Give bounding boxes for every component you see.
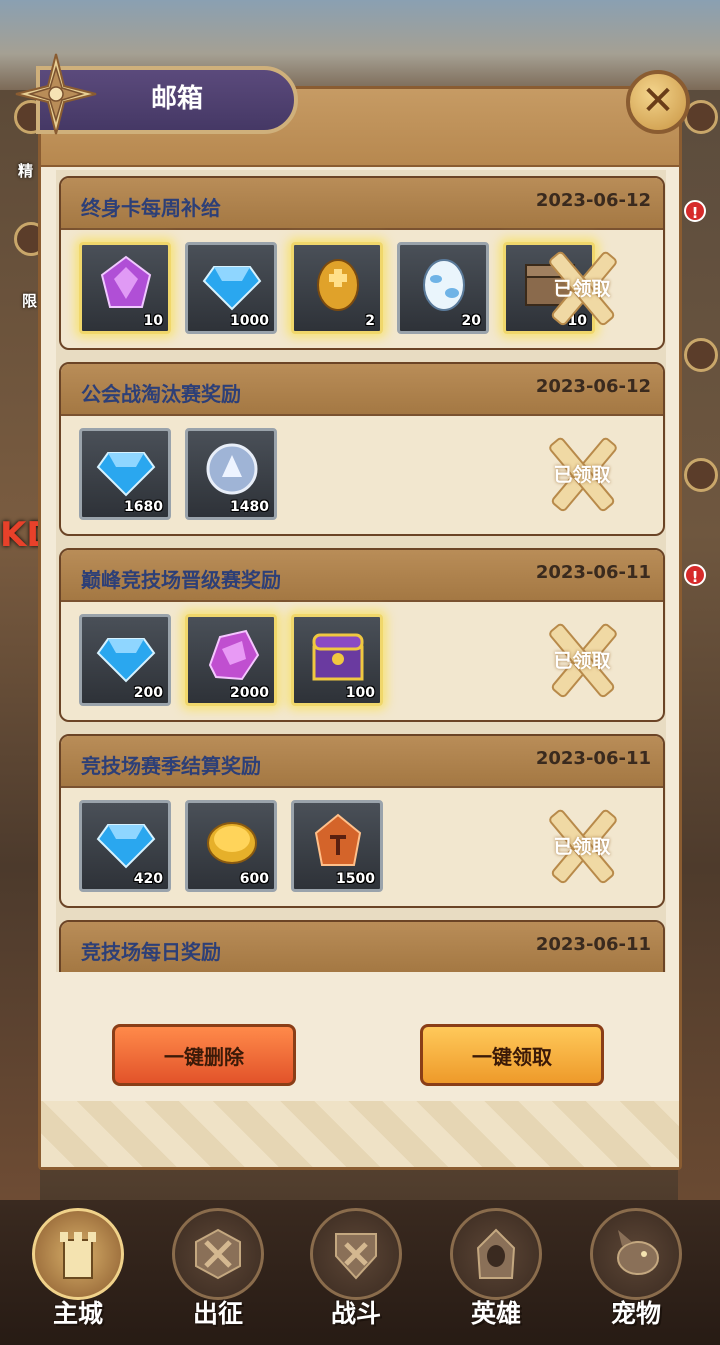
mail-header: 竞技场赛季结算奖励 2023-06-11 — [61, 736, 663, 788]
blue-diamond-icon — [96, 824, 156, 869]
nav-item-battle[interactable]: 战斗 — [304, 1208, 408, 1338]
nav-item-main-city[interactable]: 主城 — [26, 1208, 130, 1338]
silver-coin-icon — [206, 443, 258, 495]
item-count: 420 — [133, 871, 163, 887]
mail-title: 竞技场每日奖励 — [81, 940, 221, 964]
item-count: 10 — [143, 313, 163, 329]
mail-date: 2023-06-12 — [535, 376, 651, 397]
claimed-stamp: 已领取 — [531, 802, 631, 894]
reward-item[interactable]: 1480 — [185, 428, 277, 520]
side-label-left-1: 精 — [18, 162, 34, 180]
delete-all-button[interactable]: 一键删除 — [112, 1024, 296, 1086]
side-button-right-3[interactable] — [684, 458, 718, 492]
claimed-label: 已领取 — [553, 836, 611, 858]
mail-item[interactable]: 巅峰竞技场晋级赛奖励 2023-06-11 200 2000 100 已领取 — [59, 548, 665, 722]
claimed-label: 已领取 — [553, 278, 611, 300]
notification-badge: ! — [684, 200, 706, 222]
castle-icon — [60, 1232, 96, 1279]
reward-item[interactable]: 2000 — [185, 614, 277, 706]
mail-header: 竞技场每日奖励 2023-06-11 — [61, 922, 663, 972]
purple-chest-icon — [312, 633, 364, 681]
item-count: 1480 — [230, 499, 269, 515]
hero-icon — [476, 1228, 516, 1279]
pet-icon — [617, 1230, 659, 1275]
item-count: 2000 — [230, 685, 269, 701]
reward-item[interactable]: 1680 — [79, 428, 171, 520]
gold-coin-icon — [207, 822, 257, 864]
golden-egg-icon — [317, 259, 359, 311]
claimed-stamp: 已领取 — [531, 430, 631, 522]
nav-label: 战斗 — [330, 1299, 381, 1328]
mail-title: 终身卡每周补给 — [81, 196, 221, 220]
bottom-nav: 主城 出征 战斗 英雄 宠物 — [0, 1200, 720, 1345]
item-count: 1000 — [230, 313, 269, 329]
reward-item[interactable]: 1000 — [185, 242, 277, 334]
mail-title: 竞技场赛季结算奖励 — [81, 754, 261, 778]
battle-icon — [335, 1233, 377, 1280]
mail-header: 终身卡每周补给 2023-06-12 — [61, 178, 663, 230]
reward-item[interactable]: 10 — [79, 242, 171, 334]
item-count: 2 — [365, 313, 375, 329]
item-count: 20 — [461, 313, 481, 329]
reward-item[interactable]: 200 — [79, 614, 171, 706]
mail-date: 2023-06-11 — [535, 934, 651, 955]
close-button[interactable]: ✕ — [626, 70, 690, 134]
mail-header: 巅峰竞技场晋级赛奖励 2023-06-11 — [61, 550, 663, 602]
nav-label: 宠物 — [610, 1299, 661, 1328]
nav-label: 主城 — [52, 1299, 103, 1328]
reward-item[interactable]: 1500 — [291, 800, 383, 892]
blue-diamond-icon — [202, 266, 262, 311]
mail-list[interactable]: 终身卡每周补给 2023-06-12 10 1000 2 20 10 已领取 公… — [56, 170, 666, 972]
nav-label: 出征 — [192, 1299, 243, 1328]
nav-item-expedition[interactable]: 出征 — [166, 1208, 270, 1338]
background-right-scene — [678, 90, 720, 1200]
side-label-left-2: 限 — [22, 292, 38, 310]
dialog-footer-pattern — [41, 1101, 679, 1167]
reward-item[interactable]: 420 — [79, 800, 171, 892]
claimed-stamp: 已领取 — [531, 244, 631, 336]
reward-item[interactable]: 20 — [397, 242, 489, 334]
item-count: 1680 — [124, 499, 163, 515]
mail-title: 巅峰竞技场晋级赛奖励 — [81, 568, 281, 592]
reward-item[interactable]: 100 — [291, 614, 383, 706]
mail-title: 公会战淘汰赛奖励 — [81, 382, 241, 406]
mail-date: 2023-06-12 — [535, 190, 651, 211]
blue-diamond-icon — [96, 638, 156, 683]
mail-item[interactable]: 竞技场每日奖励 2023-06-11 — [59, 920, 665, 972]
item-count: 100 — [345, 685, 375, 701]
reward-item[interactable]: 2 — [291, 242, 383, 334]
mail-item[interactable]: 终身卡每周补给 2023-06-12 10 1000 2 20 10 已领取 — [59, 176, 665, 350]
claimed-label: 已领取 — [553, 464, 611, 486]
claim-all-button[interactable]: 一键领取 — [420, 1024, 604, 1086]
nav-label: 英雄 — [470, 1299, 521, 1328]
item-count: 1500 — [336, 871, 375, 887]
item-count: 200 — [133, 685, 163, 701]
claimed-stamp: 已领取 — [531, 616, 631, 708]
spotted-egg-icon — [423, 259, 465, 311]
nav-item-hero[interactable]: 英雄 — [444, 1208, 548, 1338]
expedition-icon — [195, 1228, 241, 1280]
side-button-right-2[interactable] — [684, 338, 718, 372]
notification-badge-2: ! — [684, 564, 706, 586]
mail-date: 2023-06-11 — [535, 562, 651, 583]
mail-header: 公会战淘汰赛奖励 2023-06-12 — [61, 364, 663, 416]
blue-diamond-icon — [96, 452, 156, 497]
mail-item[interactable]: 竞技场赛季结算奖励 2023-06-11 420 600 1500 已领取 — [59, 734, 665, 908]
compass-emblem-icon — [15, 53, 97, 135]
mail-item[interactable]: 公会战淘汰赛奖励 2023-06-12 1680 1480 已领取 — [59, 362, 665, 536]
item-count: 600 — [239, 871, 269, 887]
rune-stone-icon — [314, 813, 362, 866]
purple-crystal-icon — [100, 255, 152, 308]
mail-date: 2023-06-11 — [535, 748, 651, 769]
reward-item[interactable]: 600 — [185, 800, 277, 892]
purple-ore-icon — [208, 629, 260, 681]
nav-item-pet[interactable]: 宠物 — [584, 1208, 688, 1338]
background-left-scene — [0, 90, 40, 1200]
claimed-label: 已领取 — [553, 650, 611, 672]
